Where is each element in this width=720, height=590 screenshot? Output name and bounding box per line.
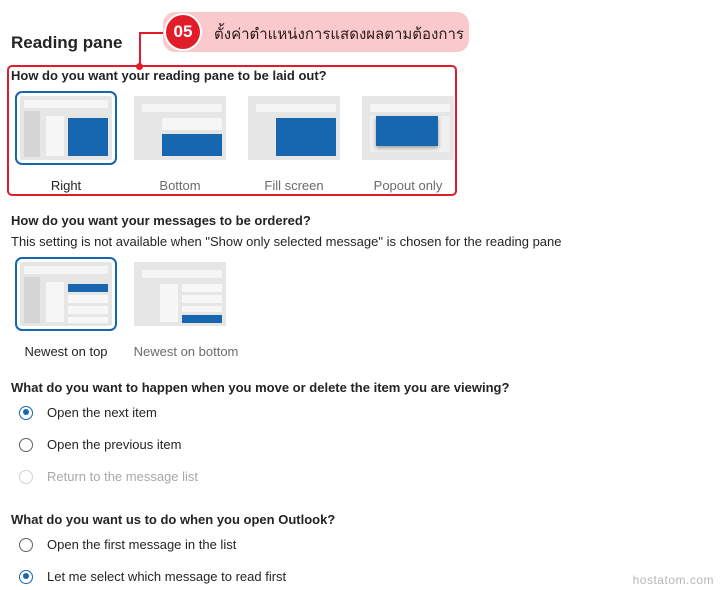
layout-option-label-bottom: Bottom [159, 178, 201, 193]
layout-option-label-fill-screen: Fill screen [264, 178, 324, 193]
radio-label: Open the first message in the list [47, 537, 237, 552]
radio-label: Open the next item [47, 405, 157, 420]
radio-return-to-message-list: Return to the message list [19, 469, 198, 484]
open-outlook-question: What do you want us to do when you open … [11, 512, 336, 527]
radio-label: Let me select which message to read firs… [47, 569, 287, 584]
radio-button[interactable] [19, 537, 33, 552]
layout-option-bottom[interactable] [134, 96, 226, 160]
order-question: How do you want your messages to be orde… [11, 213, 311, 228]
order-option-label-newest-on-top: Newest on top [24, 344, 108, 359]
radio-open-first-message[interactable]: Open the first message in the list [19, 537, 236, 552]
annotation-leader-vertical [139, 33, 141, 67]
order-note: This setting is not available when "Show… [11, 234, 562, 249]
annotation-step-badge: 05 [166, 15, 200, 49]
radio-label: Open the previous item [47, 437, 182, 452]
section-title: Reading pane [11, 33, 123, 52]
layout-option-popout-only[interactable] [362, 96, 454, 160]
radio-button[interactable] [19, 569, 33, 584]
layout-option-label-right: Right [50, 178, 82, 193]
order-option-newest-on-top[interactable] [15, 257, 117, 331]
radio-button [19, 469, 33, 484]
radio-button[interactable] [19, 437, 33, 452]
move-delete-question: What do you want to happen when you move… [11, 380, 510, 395]
order-option-label-newest-on-bottom: Newest on bottom [133, 344, 239, 359]
radio-open-previous-item[interactable]: Open the previous item [19, 437, 181, 452]
annotation-callout-text: ตั้งค่าตำแหน่งการแสดงผลตามต้องการ [214, 25, 464, 43]
radio-open-next-item[interactable]: Open the next item [19, 405, 157, 420]
layout-option-fill-screen[interactable] [248, 96, 340, 160]
watermark: hostatom.com [632, 573, 714, 587]
order-option-newest-on-bottom[interactable] [134, 262, 226, 326]
radio-button[interactable] [19, 405, 33, 420]
radio-let-me-select-message[interactable]: Let me select which message to read firs… [19, 569, 286, 584]
layout-option-right[interactable] [15, 91, 117, 165]
radio-label: Return to the message list [47, 469, 199, 484]
layout-option-label-popout-only: Popout only [373, 178, 443, 193]
